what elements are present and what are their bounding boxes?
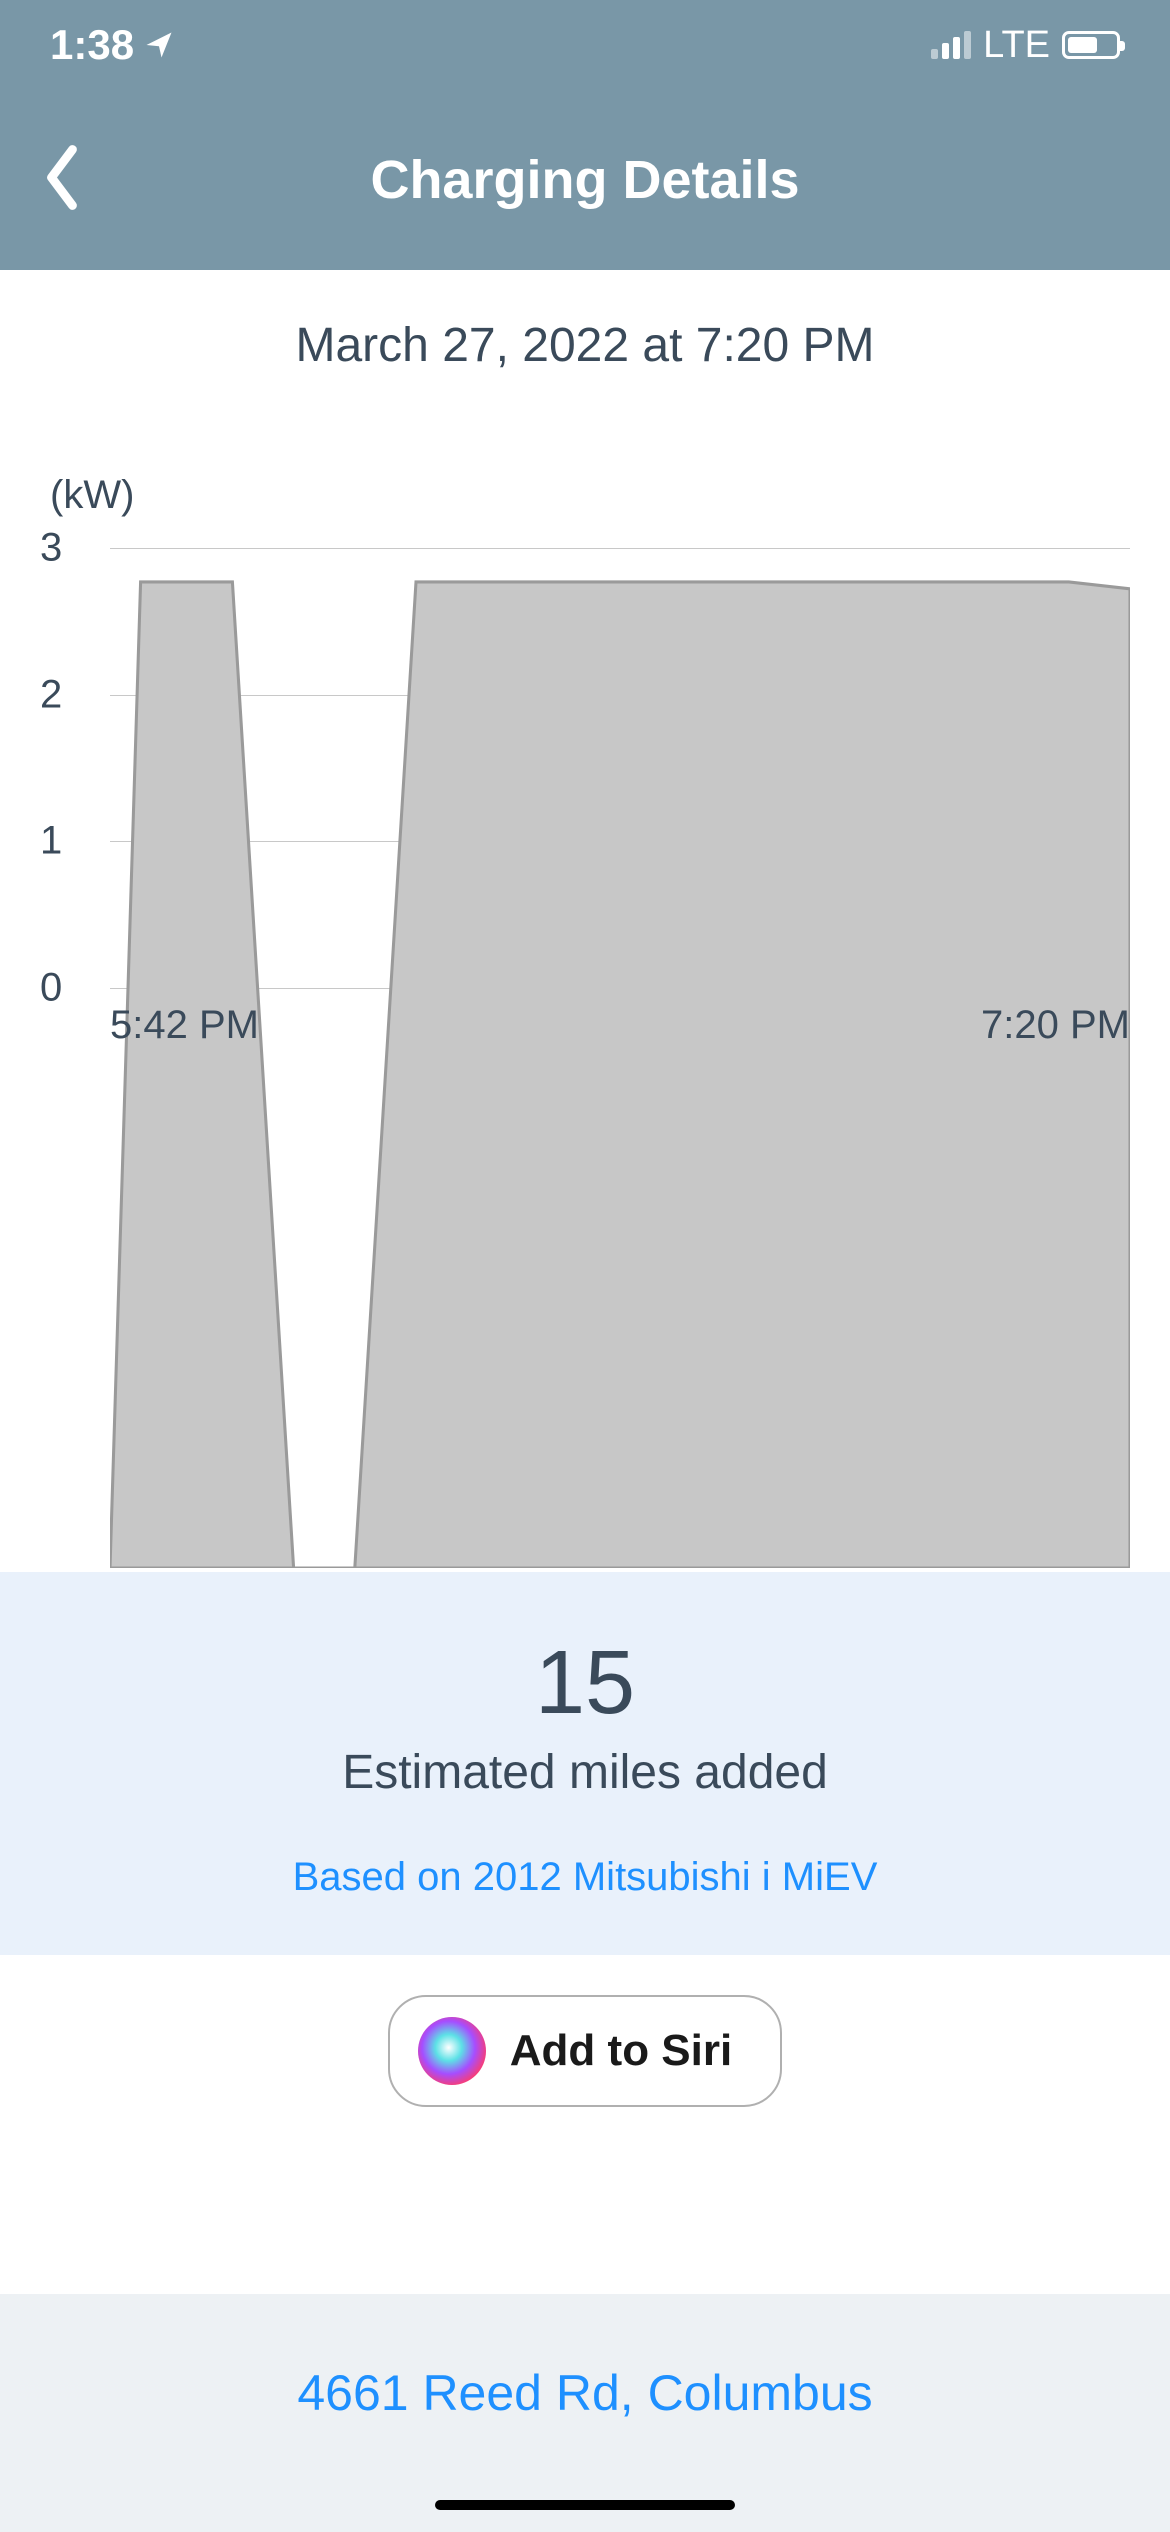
power-chart: 3 2 1 0 5:42 PM 7:20 PM <box>80 548 1130 988</box>
back-button[interactable] <box>40 143 84 218</box>
x-tick-end: 7:20 PM <box>981 1003 1130 1048</box>
y-tick-3: 3 <box>40 526 62 571</box>
battery-icon <box>1062 31 1120 59</box>
nav-header: Charging Details <box>0 90 1170 270</box>
chevron-left-icon <box>40 143 84 213</box>
y-tick-1: 1 <box>40 819 62 864</box>
siri-label: Add to Siri <box>510 2026 732 2076</box>
signal-icon <box>931 31 971 59</box>
chart-y-unit: (kW) <box>50 473 1130 518</box>
y-tick-0: 0 <box>40 966 62 1011</box>
miles-basis-link[interactable]: Based on 2012 Mitsubishi i MiEV <box>0 1855 1170 1900</box>
home-indicator[interactable] <box>435 2500 735 2510</box>
network-label: LTE <box>983 24 1050 67</box>
status-time: 1:38 <box>50 21 134 69</box>
siri-row: Add to Siri <box>0 1955 1170 2147</box>
address-link[interactable]: 4661 Reed Rd, Columbus <box>0 2364 1170 2422</box>
chart-area-plot <box>110 548 1130 1568</box>
chart-section: (kW) 3 2 1 0 5:42 PM 7:20 PM <box>0 393 1170 1018</box>
location-icon <box>144 30 174 60</box>
siri-icon <box>418 2017 486 2085</box>
add-to-siri-button[interactable]: Add to Siri <box>388 1995 782 2107</box>
miles-section: 15 Estimated miles added Based on 2012 M… <box>0 1572 1170 1955</box>
footer-address-bar: 4661 Reed Rd, Columbus <box>0 2294 1170 2532</box>
session-datetime: March 27, 2022 at 7:20 PM <box>0 270 1170 393</box>
status-time-group: 1:38 <box>50 21 174 69</box>
y-tick-2: 2 <box>40 672 62 717</box>
x-tick-start: 5:42 PM <box>110 1003 259 1048</box>
miles-value: 15 <box>0 1632 1170 1735</box>
page-title: Charging Details <box>370 149 799 211</box>
status-indicators: LTE <box>931 24 1120 67</box>
status-bar: 1:38 LTE <box>0 0 1170 90</box>
miles-label: Estimated miles added <box>0 1745 1170 1800</box>
